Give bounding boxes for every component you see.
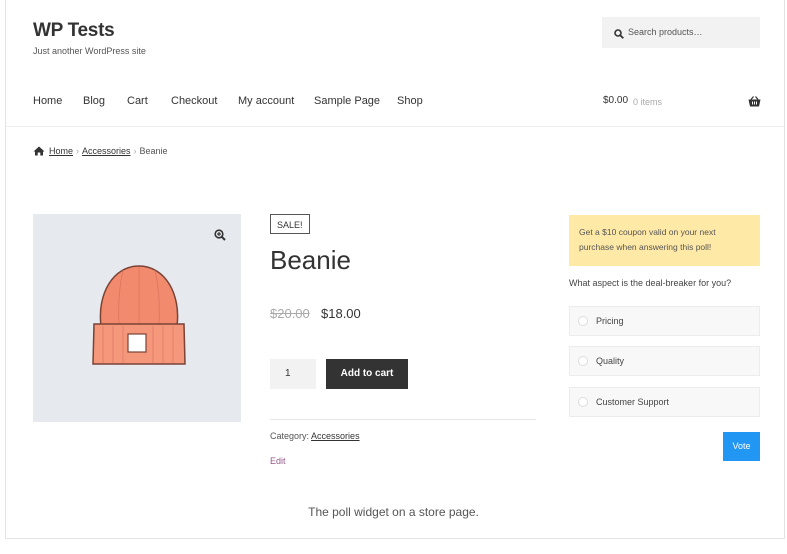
nav-item-sample-page[interactable]: Sample Page: [314, 95, 380, 107]
quantity-input[interactable]: 1: [270, 359, 316, 389]
figure-caption: The poll widget on a store page.: [308, 505, 479, 519]
poll-option-pricing[interactable]: Pricing: [569, 306, 760, 336]
breadcrumb-separator: ›: [133, 146, 137, 156]
header-divider: [6, 126, 784, 127]
nav-item-my-account[interactable]: My account: [238, 95, 294, 107]
poll-option-label: Customer Support: [596, 397, 670, 407]
product-image[interactable]: [33, 214, 241, 422]
add-to-cart-button[interactable]: Add to cart: [326, 359, 408, 389]
nav-item-blog[interactable]: Blog: [83, 95, 105, 107]
category-link[interactable]: Accessories: [311, 431, 360, 441]
home-icon: [33, 146, 45, 158]
poll-option-label: Quality: [596, 356, 625, 366]
site-title[interactable]: WP Tests: [33, 20, 115, 42]
nav-item-home[interactable]: Home: [33, 95, 62, 107]
cart-item-count[interactable]: 0 items: [633, 97, 662, 107]
basket-icon[interactable]: [748, 94, 761, 112]
poll-option-customer-support[interactable]: Customer Support: [569, 387, 760, 417]
nav-item-checkout[interactable]: Checkout: [171, 95, 217, 107]
search-placeholder: Search products…: [628, 27, 703, 37]
breadcrumb-separator: ›: [76, 146, 80, 156]
breadcrumb-current: Beanie: [139, 146, 168, 156]
poll-radio[interactable]: [578, 397, 588, 407]
sale-badge: SALE!: [270, 214, 310, 234]
breadcrumb-home-link[interactable]: Home: [49, 146, 73, 156]
category-label: Category:: [270, 431, 310, 441]
breadcrumb: Home › Accessories › Beanie: [33, 146, 168, 158]
site-tagline: Just another WordPress site: [33, 46, 146, 56]
old-price: $20.00: [270, 306, 310, 321]
poll-radio[interactable]: [578, 316, 588, 326]
vote-button[interactable]: Vote: [723, 432, 760, 461]
nav-item-shop[interactable]: Shop: [397, 95, 423, 107]
edit-link[interactable]: Edit: [270, 456, 286, 466]
poll-option-label: Pricing: [596, 316, 624, 326]
beanie-illustration: [91, 264, 187, 375]
product-title: Beanie: [270, 245, 351, 275]
zoom-icon[interactable]: [214, 228, 226, 246]
product-category: Category: Accessories: [270, 431, 360, 441]
product-divider: [270, 419, 536, 420]
sale-price: $18.00: [321, 306, 361, 321]
cart-total[interactable]: $0.00: [603, 95, 628, 106]
poll-radio[interactable]: [578, 356, 588, 366]
poll-coupon-notice: Get a $10 coupon valid on your next purc…: [569, 215, 760, 266]
poll-option-quality[interactable]: Quality: [569, 346, 760, 376]
nav-item-cart[interactable]: Cart: [127, 95, 148, 107]
poll-question: What aspect is the deal-breaker for you?: [569, 278, 732, 288]
breadcrumb-category-link[interactable]: Accessories: [82, 146, 131, 156]
search-input[interactable]: Search products…: [602, 17, 760, 48]
search-icon: [614, 26, 624, 44]
